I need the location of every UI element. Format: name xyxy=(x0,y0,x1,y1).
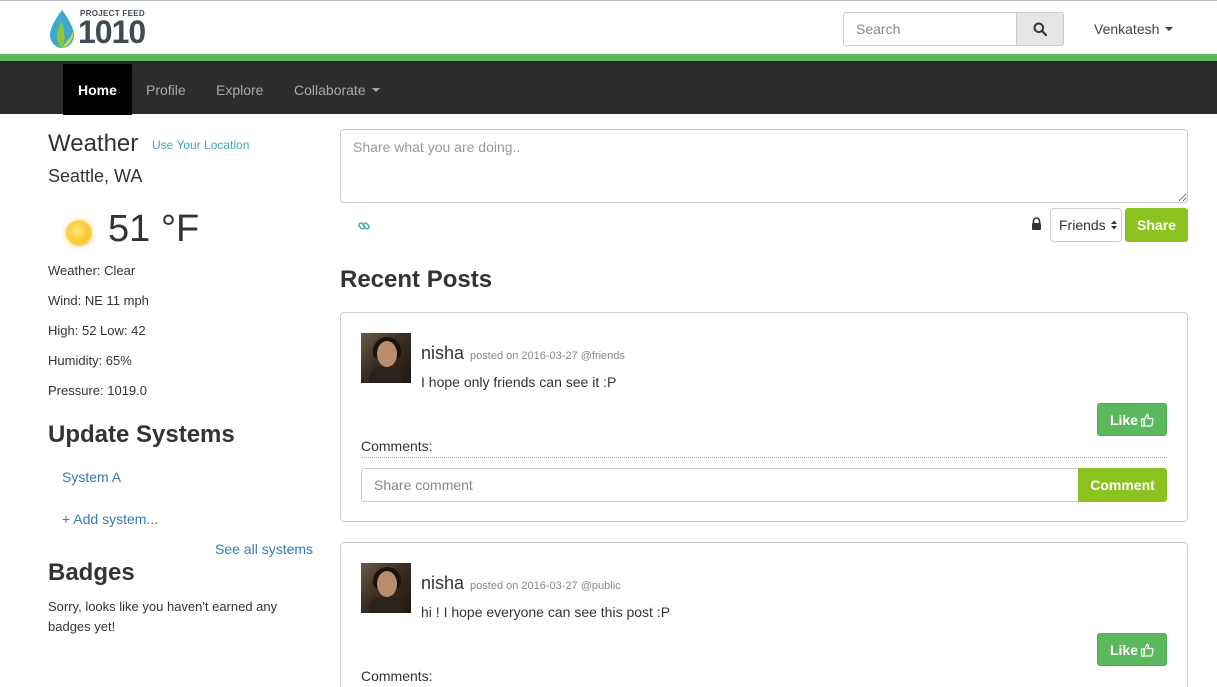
like-button-label: Like xyxy=(1109,641,1138,658)
nav-collaborate-label: Collaborate xyxy=(294,81,366,98)
post-meta: posted on 2016-03-27 @friends xyxy=(470,350,625,362)
badges-empty-message: Sorry, looks like you haven't earned any… xyxy=(48,599,278,634)
nav-home[interactable]: Home xyxy=(63,64,132,115)
top-header: PROJECT FEED 1010 Venkatesh xyxy=(0,0,1217,54)
post-meta: posted on 2016-03-27 @public xyxy=(470,580,621,592)
nav-explore-label: Explore xyxy=(216,81,264,98)
chevron-down-icon xyxy=(1165,27,1174,31)
comment-button[interactable]: Comment xyxy=(1078,468,1167,502)
post-card: nisha posted on 2016-03-27 @public hi ! … xyxy=(340,542,1188,687)
user-menu-dropdown[interactable]: Venkatesh xyxy=(1094,21,1174,37)
recent-posts-heading: Recent Posts xyxy=(340,266,493,293)
lock-icon xyxy=(1032,217,1041,230)
weather-wind: Wind: NE 11 mph xyxy=(48,293,149,308)
nav-collaborate[interactable]: Collaborate xyxy=(279,64,395,115)
thumbs-up-icon xyxy=(1140,643,1154,657)
search-input[interactable] xyxy=(843,12,1016,46)
nav-home-label: Home xyxy=(78,81,117,98)
select-arrows-icon xyxy=(1110,220,1117,230)
comments-label: Comments: xyxy=(361,438,433,454)
comments-divider xyxy=(361,457,1167,458)
share-button[interactable]: Share xyxy=(1125,208,1188,242)
avatar[interactable] xyxy=(361,563,411,613)
temperature: 51 °F xyxy=(108,208,200,250)
chevron-down-icon xyxy=(371,87,380,92)
nav-explore[interactable]: Explore xyxy=(201,64,278,115)
logo-big-text: 1010 xyxy=(78,14,146,50)
post-header: nisha posted on 2016-03-27 @public xyxy=(421,573,621,594)
avatar[interactable] xyxy=(361,333,411,383)
status-composer-input[interactable] xyxy=(340,129,1188,203)
user-name: Venkatesh xyxy=(1094,21,1160,37)
see-all-systems-link[interactable]: See all systems xyxy=(215,541,313,557)
search-form xyxy=(843,12,1064,46)
use-location-link[interactable]: Use Your Location xyxy=(152,138,249,152)
post-card: nisha posted on 2016-03-27 @friends I ho… xyxy=(340,312,1188,522)
privacy-select[interactable]: Friends xyxy=(1050,208,1122,242)
post-body: I hope only friends can see it :P xyxy=(421,374,617,390)
link-icon[interactable] xyxy=(357,219,371,233)
sun-icon xyxy=(68,222,90,244)
update-systems-heading: Update Systems xyxy=(48,421,235,448)
water-drop-leaf-logo-icon xyxy=(48,9,76,49)
main-navbar: Home Profile Explore Collaborate xyxy=(0,61,1217,115)
post-header: nisha posted on 2016-03-27 @friends xyxy=(421,343,625,364)
like-button[interactable]: Like xyxy=(1097,633,1167,666)
post-body: hi ! I hope everyone can see this post :… xyxy=(421,604,671,620)
accent-strip xyxy=(0,54,1217,61)
weather-heading: Weather xyxy=(48,130,139,157)
weather-pressure: Pressure: 1019.0 xyxy=(48,383,148,398)
comments-label: Comments: xyxy=(361,668,433,684)
logo-wordmark: PROJECT FEED 1010 xyxy=(78,7,188,49)
search-button[interactable] xyxy=(1016,12,1064,46)
weather-city: Seattle, WA xyxy=(48,166,143,186)
post-author[interactable]: nisha xyxy=(421,573,464,594)
site-logo[interactable]: PROJECT FEED 1010 xyxy=(48,7,188,49)
like-button[interactable]: Like xyxy=(1097,403,1167,436)
like-button-label: Like xyxy=(1109,411,1138,428)
post-author[interactable]: nisha xyxy=(421,343,464,364)
weather-condition: Weather: Clear xyxy=(48,263,136,278)
nav-profile-label: Profile xyxy=(146,81,186,98)
search-icon xyxy=(1033,22,1047,36)
privacy-select-value: Friends xyxy=(1059,217,1106,233)
add-system-link[interactable]: + Add system... xyxy=(62,511,158,527)
weather-humidity: Humidity: 65% xyxy=(48,353,132,368)
weather-high-low: High: 52 Low: 42 xyxy=(48,323,146,338)
comment-input[interactable] xyxy=(361,468,1078,502)
nav-profile[interactable]: Profile xyxy=(131,64,201,115)
system-link[interactable]: System A xyxy=(62,469,121,485)
thumbs-up-icon xyxy=(1140,413,1154,427)
badges-heading: Badges xyxy=(48,559,135,586)
